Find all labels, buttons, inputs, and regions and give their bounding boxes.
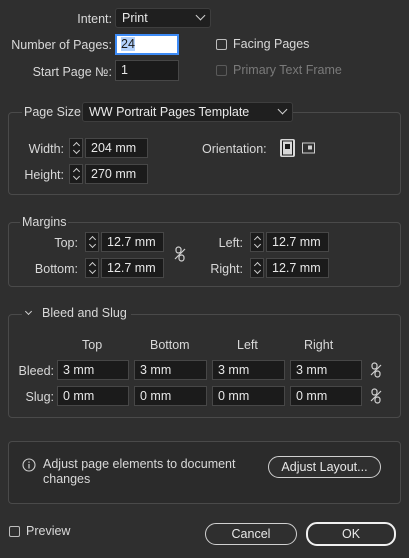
col-bottom-header: Bottom [150, 338, 190, 352]
col-top-header: Top [82, 338, 103, 352]
info-icon [22, 458, 36, 475]
orientation-label: Orientation: [202, 142, 267, 156]
margin-bottom-stepper[interactable] [85, 258, 99, 278]
margin-bottom-label: Bottom: [34, 262, 78, 276]
height-input[interactable]: 270 mm [85, 164, 148, 184]
preview-label: Preview [26, 524, 71, 538]
start-page-label: Start Page №: [32, 65, 112, 79]
chevron-down-icon [277, 104, 288, 115]
height-label: Height: [24, 168, 64, 182]
margin-right-stepper[interactable] [250, 258, 264, 278]
margin-left-value: 12.7 mm [272, 235, 321, 249]
adjust-layout-button[interactable]: Adjust Layout... [268, 456, 381, 478]
margin-right-input[interactable]: 12.7 mm [266, 258, 329, 278]
page-size-select[interactable]: WW Portrait Pages Template [82, 102, 293, 122]
portrait-orientation-icon[interactable] [280, 139, 295, 157]
bleed-top-value: 3 mm [63, 363, 95, 377]
slug-top-value: 0 mm [63, 389, 95, 403]
slug-left-value: 0 mm [218, 389, 250, 403]
bleed-label: Bleed: [18, 364, 54, 378]
col-right-header: Right [304, 338, 334, 352]
margin-right-value: 12.7 mm [272, 261, 321, 275]
margin-left-label: Left: [218, 236, 243, 250]
chevron-down-icon [195, 10, 206, 21]
ok-button[interactable]: OK [306, 522, 396, 546]
margin-top-label: Top: [54, 236, 78, 250]
height-value: 270 mm [91, 167, 137, 181]
bleed-slug-title: Bleed and Slug [42, 306, 127, 320]
bleed-left-input[interactable]: 3 mm [212, 360, 285, 380]
page-size-value: WW Portrait Pages Template [89, 105, 250, 119]
margin-top-value: 12.7 mm [107, 235, 156, 249]
width-input[interactable]: 204 mm [85, 138, 148, 158]
col-left-header: Left [237, 338, 258, 352]
margin-top-input[interactable]: 12.7 mm [101, 232, 164, 252]
bleed-right-value: 3 mm [296, 363, 328, 377]
slug-right-input[interactable]: 0 mm [290, 386, 362, 406]
height-stepper[interactable] [69, 164, 83, 184]
slug-unlink-chain-icon[interactable] [369, 388, 383, 404]
preview-checkbox[interactable] [9, 526, 20, 537]
unlink-chain-icon[interactable] [173, 246, 187, 262]
adjust-info-text-line2: changes [43, 472, 91, 486]
bleed-bottom-value: 3 mm [140, 363, 172, 377]
pages-input[interactable]: 24 [115, 34, 179, 55]
width-value: 204 mm [91, 141, 137, 155]
facing-pages-label: Facing Pages [233, 37, 310, 51]
intent-label: Intent: [77, 12, 112, 26]
pages-value: 24 [121, 37, 135, 51]
bleed-unlink-chain-icon[interactable] [369, 362, 383, 378]
slug-bottom-value: 0 mm [140, 389, 172, 403]
intent-value: Print [122, 11, 148, 25]
slug-top-input[interactable]: 0 mm [57, 386, 129, 406]
margins-title: Margins [20, 215, 69, 229]
margin-bottom-value: 12.7 mm [107, 261, 156, 275]
page-size-label: Page Size: [22, 105, 87, 119]
intent-select[interactable]: Print [115, 8, 211, 28]
landscape-orientation-icon[interactable] [301, 139, 316, 157]
bleed-top-input[interactable]: 3 mm [57, 360, 129, 380]
cancel-button[interactable]: Cancel [205, 523, 297, 545]
pages-label: Number of Pages: [11, 38, 112, 52]
start-page-input[interactable]: 1 [115, 60, 179, 81]
slug-right-value: 0 mm [296, 389, 328, 403]
bleed-slug-disclosure[interactable]: Bleed and Slug [22, 306, 131, 320]
margin-bottom-input[interactable]: 12.7 mm [101, 258, 164, 278]
slug-bottom-input[interactable]: 0 mm [134, 386, 207, 406]
adjust-info-text-line1: Adjust page elements to document [43, 457, 236, 471]
width-label: Width: [28, 142, 64, 156]
margins-group [8, 222, 401, 287]
slug-left-input[interactable]: 0 mm [212, 386, 285, 406]
primary-text-frame-checkbox[interactable] [216, 65, 227, 76]
bleed-bottom-input[interactable]: 3 mm [134, 360, 207, 380]
margin-left-stepper[interactable] [250, 232, 264, 252]
margin-right-label: Right: [210, 262, 243, 276]
bleed-right-input[interactable]: 3 mm [290, 360, 362, 380]
slug-label: Slug: [25, 390, 55, 404]
facing-pages-checkbox[interactable] [216, 39, 227, 50]
margin-top-stepper[interactable] [85, 232, 99, 252]
bleed-left-value: 3 mm [218, 363, 250, 377]
primary-text-frame-label: Primary Text Frame [233, 63, 342, 77]
margin-left-input[interactable]: 12.7 mm [266, 232, 329, 252]
width-stepper[interactable] [69, 138, 83, 158]
start-page-value: 1 [121, 63, 128, 77]
